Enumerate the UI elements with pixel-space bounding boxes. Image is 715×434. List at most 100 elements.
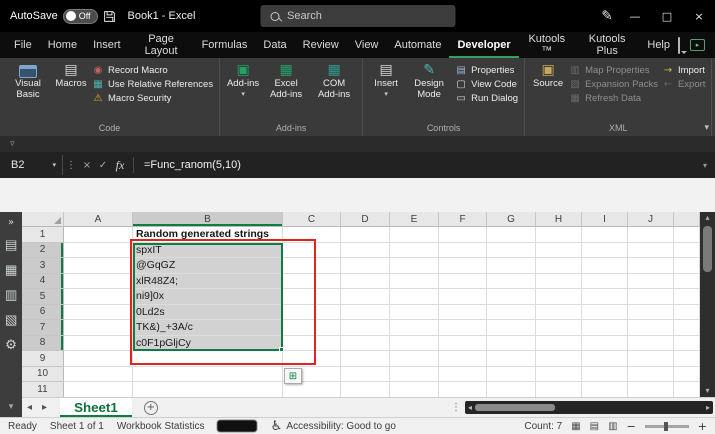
- sheet-tab-sheet1[interactable]: Sheet1: [60, 398, 132, 417]
- select-all-corner[interactable]: [22, 212, 64, 227]
- cell-F5[interactable]: [439, 289, 487, 305]
- cell-B3[interactable]: @GqGZ: [133, 258, 283, 274]
- save-button[interactable]: [98, 0, 122, 32]
- cell-F9[interactable]: [439, 351, 487, 367]
- tab-page-layout[interactable]: Page Layout: [129, 32, 194, 58]
- cell-C8[interactable]: [283, 336, 341, 352]
- comments-button[interactable]: [678, 38, 680, 53]
- cell-J8[interactable]: [628, 336, 674, 352]
- cell-A7[interactable]: [64, 320, 133, 336]
- cell-A4[interactable]: [64, 274, 133, 290]
- tab-kutools-plus[interactable]: Kutools Plus: [575, 32, 639, 58]
- cell-H8[interactable]: [536, 336, 582, 352]
- row-header-11[interactable]: 11: [22, 382, 64, 397]
- sheets-pane-icon[interactable]: ▤: [5, 238, 18, 253]
- tab-insert[interactable]: Insert: [85, 32, 129, 58]
- cell-E3[interactable]: [390, 258, 439, 274]
- settings-pane-icon[interactable]: ⚙: [5, 338, 17, 353]
- cell-F11[interactable]: [439, 382, 487, 397]
- column-header-E[interactable]: E: [390, 212, 439, 227]
- normal-view-icon[interactable]: ▦: [571, 421, 580, 432]
- expansion-packs-button[interactable]: ▧ Expansion Packs: [567, 79, 660, 90]
- ribbon-pin-icon[interactable]: ▿: [10, 139, 15, 149]
- cell-B8[interactable]: c0F1pGljCy: [133, 336, 283, 352]
- cell-D4[interactable]: [341, 274, 390, 290]
- scroll-left-icon[interactable]: ◂: [465, 403, 475, 412]
- cell-G10[interactable]: [487, 367, 536, 383]
- cell-I3[interactable]: [582, 258, 628, 274]
- cell-F3[interactable]: [439, 258, 487, 274]
- cell-D5[interactable]: [341, 289, 390, 305]
- search-box[interactable]: Search: [260, 5, 455, 27]
- column-header-H[interactable]: H: [536, 212, 582, 227]
- row-header-1[interactable]: 1: [22, 227, 64, 243]
- cell-G8[interactable]: [487, 336, 536, 352]
- cell-J6[interactable]: [628, 305, 674, 321]
- row-header-7[interactable]: 7: [22, 320, 64, 336]
- cell-G6[interactable]: [487, 305, 536, 321]
- share-button[interactable]: ▸: [690, 39, 705, 51]
- cell-D3[interactable]: [341, 258, 390, 274]
- cell-E2[interactable]: [390, 243, 439, 259]
- cell-J9[interactable]: [628, 351, 674, 367]
- cell-E8[interactable]: [390, 336, 439, 352]
- cell-A3[interactable]: [64, 258, 133, 274]
- cell-I11[interactable]: [582, 382, 628, 397]
- new-sheet-button[interactable]: +: [144, 401, 158, 415]
- visual-basic-button[interactable]: Visual Basic: [4, 60, 52, 123]
- cell-B4[interactable]: xlR48Z4;: [133, 274, 283, 290]
- cell-A8[interactable]: [64, 336, 133, 352]
- cell-A6[interactable]: [64, 305, 133, 321]
- cell-I1[interactable]: [582, 227, 628, 243]
- column-header-A[interactable]: A: [64, 212, 133, 227]
- cell-D9[interactable]: [341, 351, 390, 367]
- macro-security-button[interactable]: ⚠ Macro Security: [90, 93, 215, 104]
- clipboard-pane-icon[interactable]: ▥: [5, 288, 18, 303]
- cell-I8[interactable]: [582, 336, 628, 352]
- record-macro-button[interactable]: ◉ Record Macro: [90, 65, 215, 76]
- cell-F7[interactable]: [439, 320, 487, 336]
- cell-G2[interactable]: [487, 243, 536, 259]
- export-button[interactable]: ← Export: [660, 79, 707, 90]
- cell-A10[interactable]: [64, 367, 133, 383]
- cell-D6[interactable]: [341, 305, 390, 321]
- minimize-button[interactable]: —: [619, 0, 651, 32]
- tab-view[interactable]: View: [347, 32, 387, 58]
- cell-A5[interactable]: [64, 289, 133, 305]
- row-header-5[interactable]: 5: [22, 289, 64, 305]
- cell-E10[interactable]: [390, 367, 439, 383]
- row-header-3[interactable]: 3: [22, 258, 64, 274]
- cell-B9[interactable]: [133, 351, 283, 367]
- cell-H2[interactable]: [536, 243, 582, 259]
- cell-B1[interactable]: Random generated strings: [133, 227, 283, 243]
- cell-C9[interactable]: [283, 351, 341, 367]
- cell-D11[interactable]: [341, 382, 390, 397]
- insert-function-button[interactable]: fx: [111, 158, 129, 173]
- zoom-slider[interactable]: [645, 425, 689, 428]
- design-mode-button[interactable]: ✎ Design Mode: [405, 60, 453, 123]
- cell-D8[interactable]: [341, 336, 390, 352]
- cell-D2[interactable]: [341, 243, 390, 259]
- macros-button[interactable]: ▤ Macros: [52, 60, 90, 123]
- column-header-B[interactable]: B: [133, 212, 283, 227]
- column-header-D[interactable]: D: [341, 212, 390, 227]
- cell-E7[interactable]: [390, 320, 439, 336]
- formula-text[interactable]: =Func_ranom(5,10): [144, 159, 241, 171]
- cell-H1[interactable]: [536, 227, 582, 243]
- column-header-G[interactable]: G: [487, 212, 536, 227]
- autosave-toggle[interactable]: Off: [63, 9, 98, 24]
- cell-B10[interactable]: [133, 367, 283, 383]
- cell-J2[interactable]: [628, 243, 674, 259]
- tab-home[interactable]: Home: [40, 32, 85, 58]
- cell-C2[interactable]: [283, 243, 341, 259]
- cell-H6[interactable]: [536, 305, 582, 321]
- vertical-scrollbar[interactable]: ▴ ▾: [700, 212, 715, 397]
- cell-B11[interactable]: [133, 382, 283, 397]
- page-break-view-icon[interactable]: ▥: [608, 421, 617, 432]
- row-header-9[interactable]: 9: [22, 351, 64, 367]
- cell-E5[interactable]: [390, 289, 439, 305]
- cell-F6[interactable]: [439, 305, 487, 321]
- scroll-right-icon[interactable]: ▸: [703, 403, 713, 412]
- cell-E11[interactable]: [390, 382, 439, 397]
- cell-G7[interactable]: [487, 320, 536, 336]
